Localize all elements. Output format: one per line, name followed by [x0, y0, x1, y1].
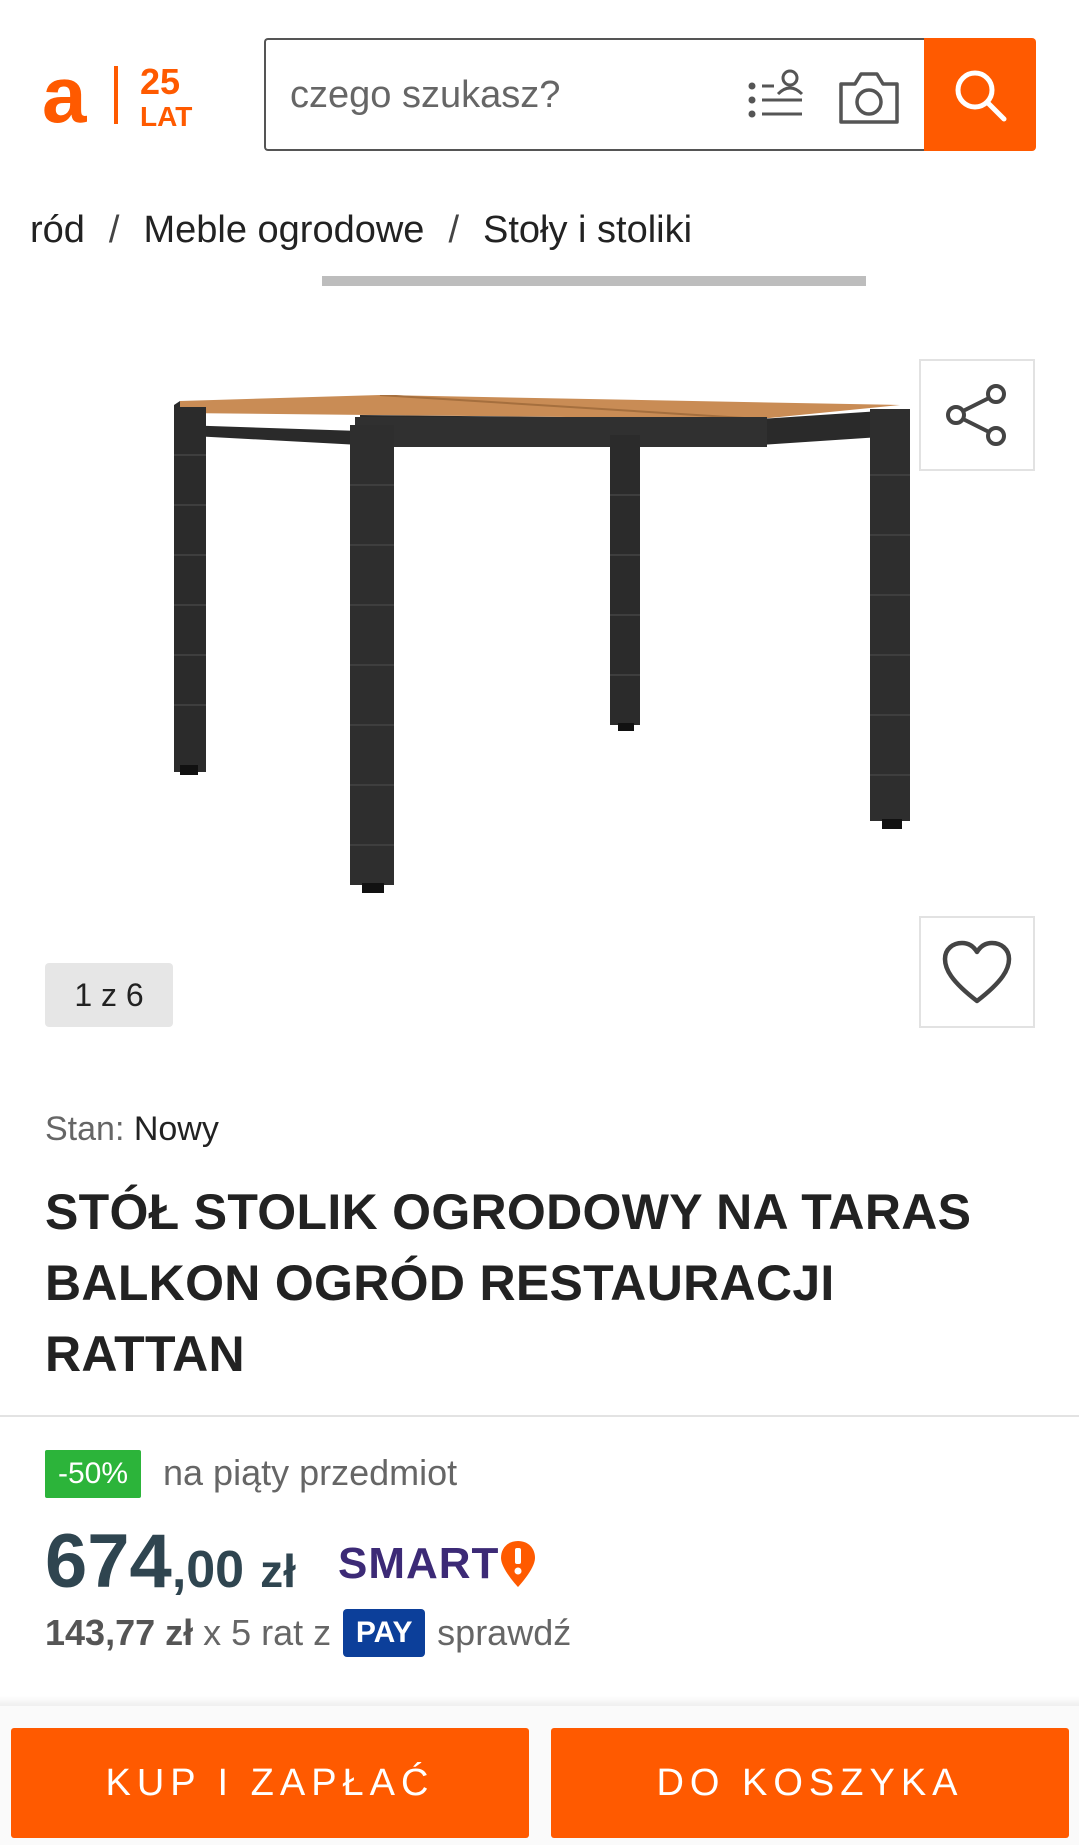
discount-badge: -50%	[45, 1450, 141, 1498]
installment-text: x 5 rat z	[203, 1612, 332, 1653]
buy-now-button[interactable]: KUP I ZAPŁAĆ	[11, 1728, 529, 1838]
share-icon	[946, 384, 1006, 446]
price-currency: zł	[260, 1545, 296, 1597]
header: a 25 LAT	[0, 0, 1079, 170]
add-to-cart-button[interactable]: DO KOSZYKA	[551, 1728, 1069, 1838]
condition-label: Stan:	[45, 1110, 125, 1148]
share-button[interactable]	[919, 359, 1035, 471]
favorite-button[interactable]	[919, 916, 1035, 1028]
breadcrumb: ród / Meble ogrodowe / Stoły i stoliki	[30, 205, 1079, 255]
heart-icon	[942, 940, 1012, 1004]
product-image-rattan-table[interactable]	[160, 395, 920, 995]
smart-label: SMART	[338, 1539, 500, 1588]
image-counter: 1 z 6	[45, 963, 173, 1027]
breadcrumb-separator: /	[108, 208, 120, 251]
search-input[interactable]	[290, 70, 730, 120]
price-decimal: ,00	[171, 1541, 245, 1599]
search-icon	[955, 70, 1007, 121]
allegro-logo[interactable]: a 25 LAT	[42, 60, 217, 130]
search-button[interactable]	[924, 38, 1036, 151]
condition-value: Nowy	[133, 1110, 219, 1148]
price: 674,00 zł	[45, 1518, 296, 1605]
discount-text: na piąty przedmiot	[163, 1452, 458, 1493]
product-condition: Stan: Nowy	[45, 1110, 219, 1149]
search-box	[264, 38, 925, 151]
breadcrumb-item[interactable]: Stoły i stoliki	[483, 209, 692, 252]
divider	[0, 1415, 1079, 1417]
logo-anniversary-number: 25	[140, 61, 180, 102]
price-main: 674	[45, 1519, 172, 1604]
breadcrumb-scrollbar[interactable]	[322, 276, 866, 286]
voice-search-icon[interactable]	[748, 68, 808, 128]
smart-exclamation-icon	[501, 1541, 536, 1587]
product-gallery[interactable]: 1 z 6	[0, 340, 1079, 1100]
breadcrumb-item[interactable]: Meble ogrodowe	[143, 209, 424, 252]
installment-amount: 143,77 zł	[45, 1612, 194, 1653]
breadcrumb-item[interactable]: ród	[30, 209, 85, 252]
installments: 143,77 zł x 5 rat z PAY sprawdź	[45, 1609, 571, 1657]
installment-check-link[interactable]: sprawdź	[437, 1612, 571, 1654]
allegro-pay-badge: PAY	[343, 1609, 426, 1657]
breadcrumb-separator: /	[448, 208, 460, 251]
camera-icon[interactable]	[837, 68, 901, 128]
logo-anniversary-label: LAT	[140, 101, 192, 130]
logo-letter: a	[42, 60, 87, 130]
smart-badge[interactable]: SMART	[338, 1536, 537, 1592]
product-title: STÓŁ STOLIK OGRODOWY NA TARAS BALKON OGR…	[45, 1184, 972, 1382]
